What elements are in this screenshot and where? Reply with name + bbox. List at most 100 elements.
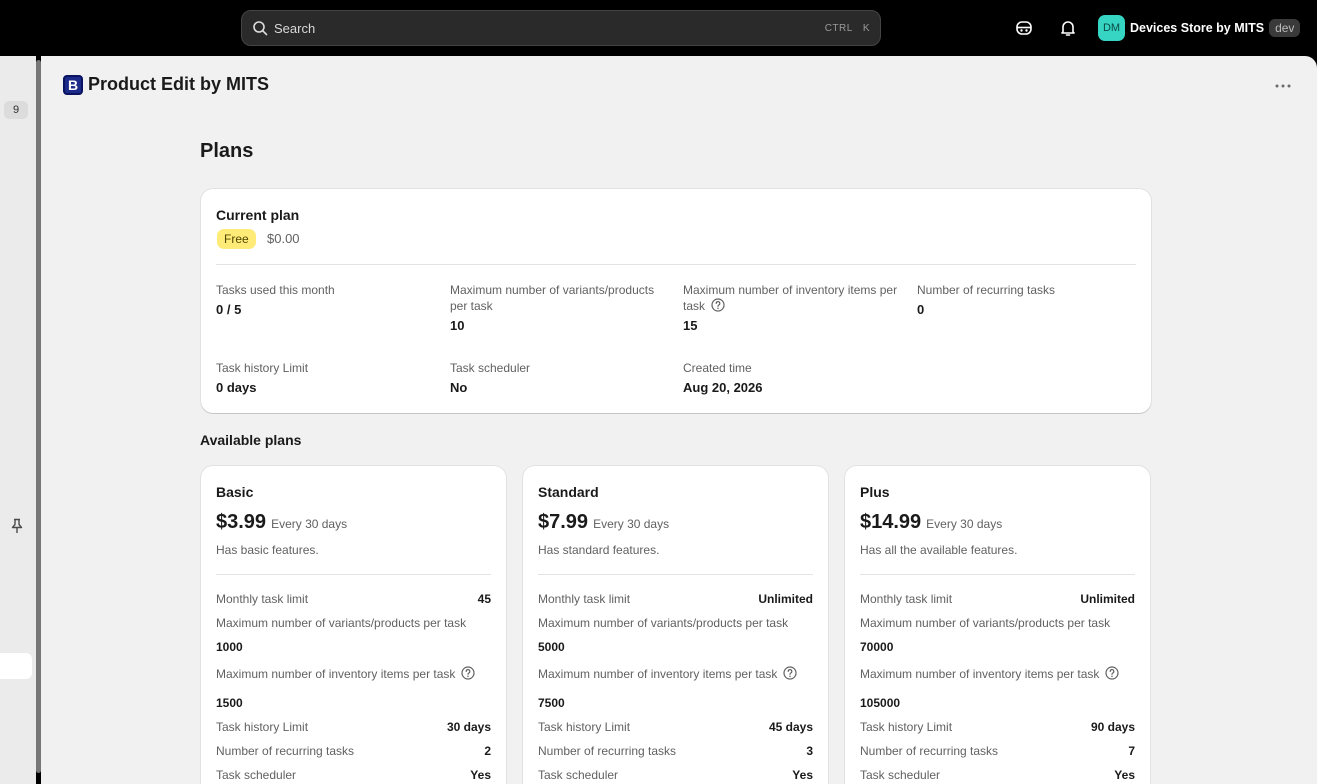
row-label: Task scheduler (538, 768, 619, 782)
stat-value: No (450, 380, 468, 395)
row-value: 45 (477, 592, 491, 606)
top-bar: Search CTRL K DM Devices Store by MITS d… (0, 0, 1317, 56)
row-history-limit: Task history Limit 45 days (538, 720, 813, 734)
bell-icon[interactable] (1058, 18, 1078, 38)
row-history-limit: Task history Limit 30 days (216, 720, 491, 734)
rail-selected-item[interactable] (0, 653, 32, 679)
divider (216, 264, 1136, 265)
row-label: Task scheduler (860, 768, 941, 782)
row-recurring: Number of recurring tasks 2 (216, 744, 491, 758)
plan-name: Plus (860, 484, 890, 500)
current-plan-title: Current plan (216, 207, 300, 223)
app-header: B Product Edit by MITS (63, 74, 269, 95)
row-value: Yes (470, 768, 491, 782)
store-name: Devices Store by MITS (1130, 21, 1265, 35)
app-title: Product Edit by MITS (88, 74, 270, 94)
row-history-limit: Task history Limit 90 days (860, 720, 1135, 734)
divider (860, 574, 1135, 575)
row-value: 5000 (538, 640, 565, 654)
search-placeholder: Search (274, 20, 316, 36)
plan-price: $14.99 (860, 511, 922, 533)
stat-created-time: Created time Aug 20, 2026 (683, 360, 898, 395)
row-label: Maximum number of inventory items per ta… (538, 667, 778, 681)
available-plans-title: Available plans (200, 432, 302, 448)
row-scheduler: Task scheduler Yes (860, 768, 1135, 782)
row-value: 3 (806, 744, 813, 758)
stat-label: Task history Limit (216, 361, 309, 375)
search-icon (253, 21, 268, 36)
row-value: Yes (792, 768, 813, 782)
sidekick-icon[interactable] (1014, 18, 1034, 38)
plan-period: Every 30 days (926, 517, 1003, 531)
stat-value: 0 days (216, 380, 257, 395)
row-label: Number of recurring tasks (860, 744, 999, 758)
plan-description: Has all the available features. (860, 543, 1018, 557)
row-value: 70000 (860, 640, 894, 654)
row-label: Number of recurring tasks (538, 744, 677, 758)
row-label: Monthly task limit (538, 592, 631, 606)
row-label: Maximum number of variants/products per … (860, 616, 1111, 630)
stat-value: Aug 20, 2026 (683, 380, 763, 395)
row-value: 45 days (768, 720, 813, 734)
pin-icon[interactable] (10, 518, 24, 534)
current-plan-price: $0.00 (267, 231, 300, 246)
plan-card-plus: Plus $14.99 Every 30 days Has all the ava… (845, 466, 1150, 784)
help-icon[interactable] (783, 666, 798, 680)
rail-count-badge[interactable]: 9 (4, 101, 28, 119)
row-monthly-limit: Monthly task limit Unlimited (538, 592, 813, 606)
stat-label: Task scheduler (450, 361, 531, 375)
app-logo: B (63, 74, 83, 95)
help-icon[interactable] (711, 298, 725, 312)
row-label: Maximum number of inventory items per ta… (860, 667, 1100, 681)
row-value: 1500 (216, 696, 243, 710)
plan-price: $3.99 (216, 511, 267, 533)
page-title: Plans (200, 140, 254, 162)
plan-badge: Free (217, 229, 256, 249)
stat-value: 15 (683, 318, 698, 333)
row-label: Maximum number of inventory items per ta… (216, 667, 456, 681)
stat-label: Number of recurring tasks (917, 283, 1056, 297)
row-label: Task history Limit (860, 720, 953, 734)
row-label: Task scheduler (216, 768, 297, 782)
search-bar[interactable]: Search CTRL K (241, 10, 881, 46)
row-scheduler: Task scheduler Yes (216, 768, 491, 782)
row-monthly-limit: Monthly task limit Unlimited (860, 592, 1135, 606)
row-value: 7 (1128, 744, 1135, 758)
store-menu[interactable]: DM Devices Store by MITS dev (1098, 15, 1301, 41)
row-label: Task history Limit (216, 720, 309, 734)
plan-description: Has standard features. (538, 543, 660, 557)
row-label: Number of recurring tasks (216, 744, 355, 758)
help-icon[interactable] (1105, 666, 1120, 680)
row-label: Monthly task limit (860, 592, 953, 606)
main-content: B Product Edit by MITS Plans Current pla… (41, 56, 1317, 784)
row-label: Maximum number of variants/products per … (216, 616, 467, 630)
stat-tasks-used: Tasks used this month 0 / 5 (216, 282, 431, 317)
left-rail: 9 (0, 56, 36, 784)
plan-description: Has basic features. (216, 543, 319, 557)
row-label: Task history Limit (538, 720, 631, 734)
stat-value: 0 (917, 302, 925, 317)
stat-scheduler: Task scheduler No (450, 360, 665, 395)
env-badge: dev (1269, 19, 1301, 37)
stat-label: Maximum number of variants/products per … (450, 283, 655, 313)
more-actions-icon[interactable] (1273, 78, 1293, 94)
row-value: Unlimited (1080, 592, 1135, 606)
help-icon[interactable] (461, 666, 476, 680)
row-value: 90 days (1090, 720, 1135, 734)
stat-max-variants: Maximum number of variants/products per … (450, 282, 665, 333)
row-label: Monthly task limit (216, 592, 309, 606)
divider (216, 574, 491, 575)
shortcut-key: K (862, 22, 870, 34)
row-recurring: Number of recurring tasks 7 (860, 744, 1135, 758)
row-value: 30 days (446, 720, 491, 734)
current-plan-card: Current plan Free $0.00 Tasks used this … (201, 189, 1151, 413)
plan-period: Every 30 days (271, 517, 348, 531)
stat-value: 10 (450, 318, 465, 333)
plan-period: Every 30 days (593, 517, 670, 531)
row-value: 1000 (216, 640, 243, 654)
plan-price: $7.99 (538, 511, 589, 533)
row-label: Maximum number of variants/products per … (538, 616, 789, 630)
stat-max-inventory: Maximum number of inventory items per ta… (683, 282, 898, 333)
shortcut-ctrl: CTRL (824, 22, 853, 34)
row-monthly-limit: Monthly task limit 45 (216, 592, 491, 606)
